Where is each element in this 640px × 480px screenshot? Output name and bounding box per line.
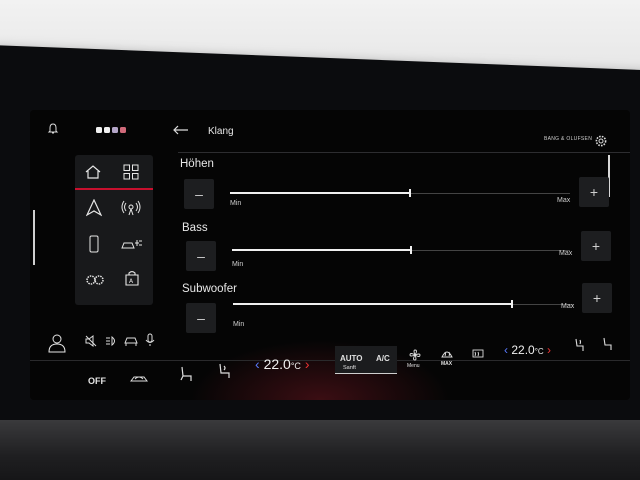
left-temp-value: 22.0 xyxy=(263,356,291,372)
passenger-seat-heat-icon[interactable] xyxy=(600,336,614,352)
left-temp-unit: °C xyxy=(290,361,301,371)
bass-slider-thumb[interactable] xyxy=(410,246,412,254)
page-title: Klang xyxy=(208,126,234,137)
fan-menu-label: Menu xyxy=(407,363,420,369)
max-defrost-label: MAX xyxy=(441,361,453,367)
side-handle[interactable] xyxy=(33,210,35,265)
bass-min-label: Min xyxy=(232,261,244,268)
brand-label: BANG & OLUFSEN xyxy=(544,136,593,142)
bass-label: Bass xyxy=(182,222,208,234)
treble-label: Höhen xyxy=(180,158,214,170)
subwoofer-label: Subwoofer xyxy=(182,283,237,295)
steering-heat-icon[interactable] xyxy=(572,337,586,353)
seat-ventilation-icon[interactable] xyxy=(216,362,232,380)
bass-increase-button[interactable]: + xyxy=(581,231,611,261)
fan-icon[interactable] xyxy=(408,348,422,362)
svg-text:A: A xyxy=(129,278,134,285)
grid-icon[interactable] xyxy=(120,162,142,182)
defrost-front-icon[interactable] xyxy=(440,348,454,360)
recirculation-icon[interactable] xyxy=(128,372,150,386)
treble-min-label: Min xyxy=(230,200,242,207)
treble-slider-fill xyxy=(230,192,410,194)
mute-icon[interactable] xyxy=(84,334,98,348)
bell-icon[interactable] xyxy=(46,122,60,136)
subwoofer-max-label: Max xyxy=(561,303,575,310)
dashboard-trim xyxy=(0,420,640,480)
headlight-icon[interactable] xyxy=(104,334,118,348)
defrost-rear-icon[interactable] xyxy=(471,347,485,361)
treble-max-label: Max xyxy=(557,197,571,204)
header-divider xyxy=(178,152,630,153)
car-plug-icon[interactable] xyxy=(120,234,144,254)
left-temp-down-icon[interactable]: ‹ xyxy=(255,356,260,372)
infotainment-screen: Klang BANG & OLUFSEN A Höhen – Min Max +… xyxy=(30,110,630,400)
bass-decrease-button[interactable]: – xyxy=(186,241,216,271)
gear-icon[interactable] xyxy=(594,134,608,148)
climate-off-button[interactable]: OFF xyxy=(88,376,106,386)
active-tab-indicator xyxy=(75,188,153,190)
climate-divider xyxy=(30,360,630,361)
profile-icon[interactable] xyxy=(46,332,68,354)
right-temp-up-icon[interactable]: › xyxy=(547,343,551,357)
subwoofer-slider-thumb[interactable] xyxy=(511,300,513,308)
ac-button[interactable]: A/C xyxy=(376,354,390,363)
subwoofer-slider-fill xyxy=(233,303,512,305)
left-temp-up-icon[interactable]: › xyxy=(305,356,310,372)
car-icon[interactable] xyxy=(123,334,139,348)
subwoofer-min-label: Min xyxy=(233,321,245,328)
bass-max-label: Max xyxy=(559,250,573,257)
auto-label: AUTO xyxy=(340,354,363,363)
right-temperature[interactable]: ‹ 22.0°C › xyxy=(504,343,551,357)
bass-slider-fill xyxy=(232,249,411,251)
seat-heat-icon[interactable] xyxy=(178,365,194,383)
subwoofer-decrease-button[interactable]: – xyxy=(186,303,216,333)
microphone-icon[interactable] xyxy=(144,332,156,348)
page-dots-icon[interactable] xyxy=(96,126,128,134)
treble-slider-thumb[interactable] xyxy=(409,189,411,197)
treble-decrease-button[interactable]: – xyxy=(184,179,214,209)
right-temp-unit: °C xyxy=(534,347,544,356)
settings-gears-icon[interactable] xyxy=(84,270,106,290)
home-icon[interactable] xyxy=(82,162,104,182)
left-temperature[interactable]: ‹ 22.0°C › xyxy=(255,356,309,372)
right-temp-down-icon[interactable]: ‹ xyxy=(504,343,508,357)
phone-icon[interactable] xyxy=(85,233,103,255)
store-icon[interactable]: A xyxy=(122,268,142,288)
auto-sub-label: Sanft xyxy=(343,365,356,371)
treble-increase-button[interactable]: + xyxy=(579,177,609,207)
radio-icon[interactable] xyxy=(120,198,142,218)
right-temp-value: 22.0 xyxy=(511,343,535,357)
subwoofer-increase-button[interactable]: + xyxy=(582,283,612,313)
navigation-icon[interactable] xyxy=(84,198,104,218)
back-icon[interactable] xyxy=(172,124,190,136)
